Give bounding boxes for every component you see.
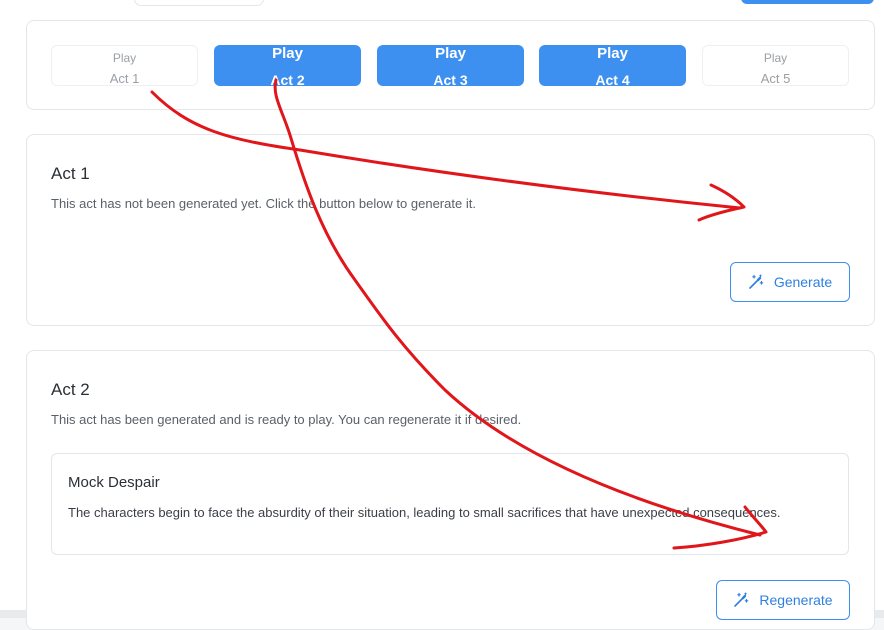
- act-1-card: Act 1 This act has not been generated ye…: [26, 134, 875, 326]
- act-tab-play-label: Play: [272, 45, 303, 62]
- magic-wand-icon: [734, 592, 749, 607]
- act-2-content-title: Mock Despair: [68, 474, 160, 491]
- act-1-title: Act 1: [51, 164, 90, 183]
- act-2-card: Act 2 This act has been generated and is…: [26, 350, 875, 630]
- act-tab-act-label: Act 3: [433, 72, 468, 86]
- act-tab-3[interactable]: Play Act 3: [377, 45, 524, 86]
- act-tab-play-label: Play: [435, 45, 466, 62]
- act-tab-1[interactable]: Play Act 1: [51, 45, 198, 86]
- act-tab-play-label: Play: [597, 45, 628, 62]
- generate-button-label: Generate: [773, 274, 833, 290]
- generate-button[interactable]: Generate: [730, 262, 850, 302]
- act-tab-2[interactable]: Play Act 2: [214, 45, 361, 86]
- act-tab-play-label: Play: [763, 51, 788, 65]
- act-2-content-text: The characters begin to face the absurdi…: [68, 505, 781, 520]
- regenerate-button-label: Regenerate: [759, 592, 833, 608]
- act-tab-5[interactable]: Play Act 5: [702, 45, 849, 86]
- top-input-partial[interactable]: [134, 0, 264, 6]
- act-tab-act-label: Act 4: [595, 72, 630, 86]
- act-2-title: Act 2: [51, 380, 90, 399]
- top-button-partial[interactable]: [741, 0, 874, 4]
- act-tab-act-label: Act 1: [109, 71, 140, 86]
- act-2-content-box: Mock Despair The characters begin to fac…: [51, 453, 849, 555]
- act-tab-act-label: Act 5: [760, 71, 791, 86]
- act-1-description: This act has not been generated yet. Cli…: [51, 196, 476, 211]
- act-2-description: This act has been generated and is ready…: [51, 412, 522, 427]
- act-tab-act-label: Act 2: [270, 72, 305, 86]
- act-tab-play-label: Play: [112, 51, 137, 65]
- acts-selector-panel: Play Act 1 Play Act 2 Play Act 3 Play Ac…: [26, 20, 875, 110]
- magic-wand-icon: [749, 274, 764, 289]
- regenerate-button[interactable]: Regenerate: [716, 580, 850, 620]
- act-tab-4[interactable]: Play Act 4: [539, 45, 686, 86]
